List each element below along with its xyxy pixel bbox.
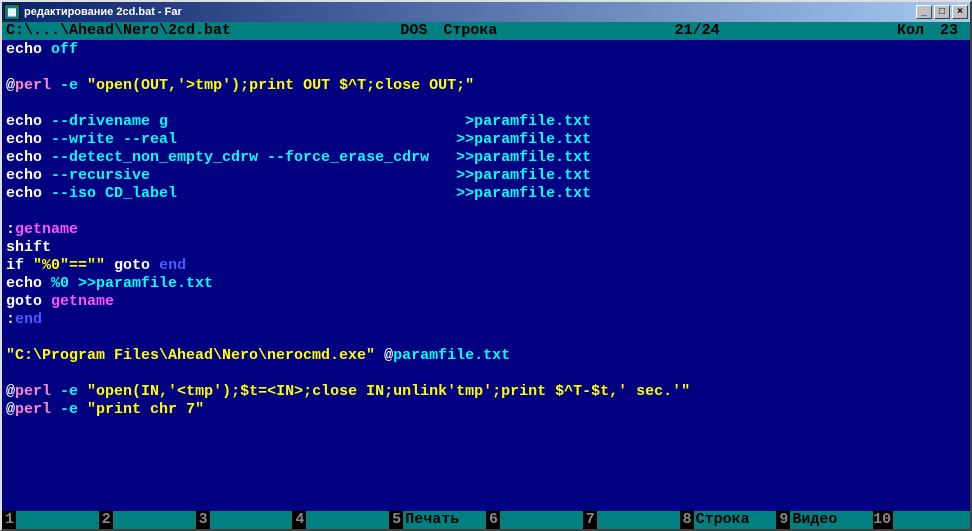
fkey-8[interactable]: 8Строка — [680, 511, 777, 529]
far-window: ▦ редактирование 2cd.bat - Far _ □ × C:\… — [0, 0, 972, 531]
status-line-pos: 21/24 — [667, 22, 728, 40]
code-content[interactable]: echo off @perl -e "open(OUT,'>tmp');prin… — [6, 41, 966, 419]
close-button[interactable]: × — [952, 5, 968, 19]
minimize-button[interactable]: _ — [916, 5, 932, 19]
editor-statusline: C:\...\Ahead\Nero\2cd.bat DOS Строка 21/… — [2, 22, 970, 40]
status-path: C:\...\Ahead\Nero\2cd.bat — [6, 22, 231, 40]
window-title: редактирование 2cd.bat - Far — [24, 6, 916, 18]
fkey-1[interactable]: 1 — [2, 511, 99, 529]
status-col-pos: 23 — [932, 22, 966, 40]
status-mode: DOS — [392, 22, 435, 40]
fkey-5[interactable]: 5Печать — [389, 511, 486, 529]
fkey-6[interactable]: 6 — [486, 511, 583, 529]
fkey-9[interactable]: 9Видео — [776, 511, 873, 529]
app-icon: ▦ — [4, 4, 20, 20]
fkey-3[interactable]: 3 — [196, 511, 293, 529]
window-buttons: _ □ × — [916, 5, 968, 19]
fkey-7[interactable]: 7 — [583, 511, 680, 529]
fkey-4[interactable]: 4 — [292, 511, 389, 529]
titlebar[interactable]: ▦ редактирование 2cd.bat - Far _ □ × — [2, 2, 970, 22]
status-line-label: Строка — [435, 22, 505, 40]
fkey-2[interactable]: 2 — [99, 511, 196, 529]
maximize-button[interactable]: □ — [934, 5, 950, 19]
fkey-10[interactable]: 10 — [873, 511, 970, 529]
editor-area[interactable]: echo off @perl -e "open(OUT,'>tmp');prin… — [2, 40, 970, 511]
function-key-bar: 1 2 3 4 5Печать 6 7 8Строка 9Видео 10 — [2, 511, 970, 529]
status-col-label: Кол — [889, 22, 932, 40]
